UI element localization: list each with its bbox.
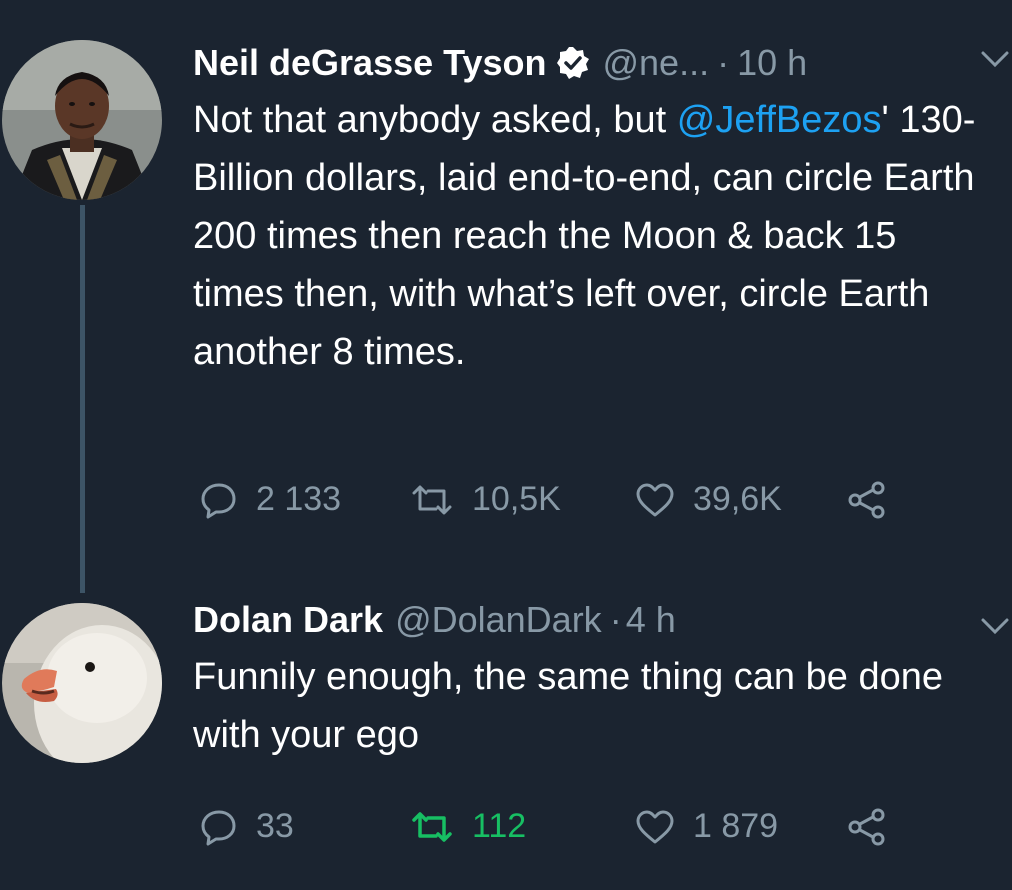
share-button[interactable]	[847, 481, 887, 519]
separator-dot: ·	[717, 42, 730, 83]
tweet-text: Funnily enough, the same thing can be do…	[193, 656, 943, 756]
tweet-timestamp[interactable]: 10 h	[737, 41, 807, 85]
verified-badge-icon	[556, 46, 590, 80]
reply-count: 33	[256, 807, 294, 845]
reply-count: 2 133	[256, 480, 342, 518]
chevron-down-icon[interactable]	[980, 616, 1010, 641]
reply-icon	[200, 808, 238, 846]
like-button[interactable]: 39,6K	[635, 480, 847, 519]
retweet-count: 112	[472, 807, 527, 845]
tweet-actions: 33 112 1 879	[200, 807, 887, 846]
author-name[interactable]: Dolan Dark	[193, 598, 383, 642]
author-handle[interactable]: @ne...	[602, 41, 709, 85]
share-icon	[847, 481, 887, 519]
heart-icon	[635, 482, 675, 518]
avatar-dolan[interactable]	[2, 603, 162, 763]
thread-connector-line	[80, 205, 85, 593]
retweet-icon	[410, 810, 454, 844]
author-name[interactable]: Neil deGrasse Tyson	[193, 41, 546, 85]
share-icon	[847, 808, 887, 846]
chevron-down-icon[interactable]	[980, 49, 1010, 74]
retweet-button[interactable]: 10,5K	[410, 480, 635, 519]
retweet-icon	[410, 483, 454, 517]
reply-button[interactable]: 2 133	[200, 480, 410, 519]
like-count: 1 879	[693, 807, 779, 845]
tweet-text-part: Not that anybody asked, but	[193, 99, 677, 141]
retweet-count: 10,5K	[472, 480, 561, 518]
reply-icon	[200, 481, 238, 519]
separator-dot: ·	[609, 599, 622, 640]
avatar-neil[interactable]	[2, 40, 162, 200]
share-button[interactable]	[847, 808, 887, 846]
retweet-button[interactable]: 112	[410, 807, 635, 846]
tweet-timestamp[interactable]: 4 h	[626, 598, 676, 642]
tweet-actions: 2 133 10,5K 39,6K	[200, 480, 887, 519]
mention-link[interactable]: @JeffBezos	[677, 99, 882, 141]
like-count: 39,6K	[693, 480, 782, 518]
author-handle[interactable]: @DolanDark	[395, 598, 602, 642]
like-button[interactable]: 1 879	[635, 807, 847, 846]
tweet-text: Not that anybody asked, but @JeffBezos' …	[193, 91, 993, 381]
heart-icon	[635, 809, 675, 845]
reply-button[interactable]: 33	[200, 807, 410, 846]
